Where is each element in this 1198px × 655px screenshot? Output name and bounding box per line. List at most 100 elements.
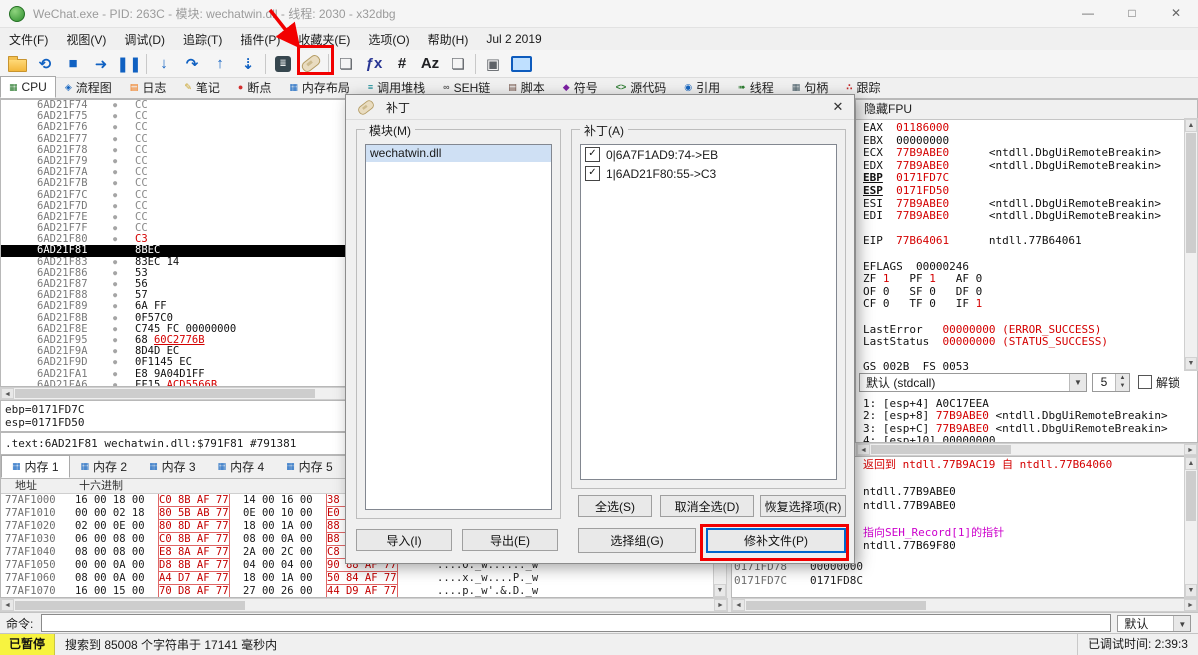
spin-down-icon[interactable]: ▼	[1116, 382, 1129, 391]
tab-log[interactable]: ▤ 日志	[121, 76, 176, 98]
select-all-button[interactable]: 全选(S)	[578, 495, 652, 517]
stop-icon[interactable]: ■	[60, 52, 86, 76]
report-icon[interactable]: ❏	[445, 52, 471, 76]
deselect-all-button[interactable]: 取消全选(D)	[660, 495, 754, 517]
tab-call-stack-icon: ≡	[367, 82, 374, 92]
scroll-right-icon[interactable]: ►	[1184, 599, 1197, 611]
hide-fpu-button[interactable]: 隐藏FPU	[856, 100, 1197, 120]
dump-row[interactable]: 77AF1060 08 00 0A 00 A4 D7 AF 77 18 00 1A 0…	[1, 571, 726, 585]
menu-options[interactable]: 选项(O)	[359, 28, 418, 51]
scroll-thumb[interactable]	[15, 601, 245, 610]
scroll-thumb[interactable]	[1186, 133, 1196, 253]
import-button[interactable]: 导入(I)	[356, 529, 452, 551]
scroll-down-icon[interactable]: ▼	[1185, 357, 1197, 370]
scroll-up-icon[interactable]: ▲	[1185, 457, 1197, 470]
disasm-gutter-dot: ●	[113, 369, 118, 378]
menu-view[interactable]: 视图(V)	[57, 28, 115, 51]
stack-comment-line: 指向SEH_Record[1]的指针	[863, 525, 1005, 539]
tab-graph[interactable]: ◈ 流程图	[56, 76, 121, 98]
scroll-thumb[interactable]	[1186, 471, 1196, 521]
tab-notes[interactable]: ✎ 笔记	[175, 76, 229, 98]
disasm-gutter-dot: ●	[113, 179, 118, 188]
disasm-address: 6AD21F7B	[37, 177, 88, 190]
scroll-thumb[interactable]	[871, 445, 1011, 454]
patch-list-item[interactable]: ✓ 0|6A7F1AD9:74->EB	[581, 145, 836, 164]
window-icon[interactable]: ▣	[480, 52, 506, 76]
menu-debug[interactable]: 调试(D)	[115, 28, 174, 51]
chevron-down-icon[interactable]: ▼	[1069, 373, 1086, 391]
scroll-up-icon[interactable]: ▲	[1185, 119, 1197, 132]
dump-tab-4[interactable]: ▦ 内存 4	[207, 455, 276, 478]
scroll-right-icon[interactable]: ►	[714, 599, 727, 611]
az-icon[interactable]: Az	[417, 52, 443, 76]
dialog-close-icon[interactable]: ✕	[822, 95, 854, 119]
command-input[interactable]	[41, 614, 1112, 632]
select-group-button[interactable]: 选择组(G)	[578, 528, 696, 553]
scroll-thumb[interactable]	[746, 601, 926, 610]
calling-convention-select[interactable]: 默认 (stdcall) ▼	[859, 372, 1087, 392]
dump-tab-5[interactable]: ▦ 内存 5	[275, 455, 344, 478]
dump-hscrollbar[interactable]: ◄ ►	[0, 598, 728, 612]
tab-breakpoints[interactable]: ● 断点	[229, 76, 280, 98]
module-list-item[interactable]: wechatwin.dll	[366, 145, 551, 162]
pause-icon[interactable]: ❚❚	[116, 52, 142, 76]
patch-list-item[interactable]: ✓ 1|6AD21F80:55->C3	[581, 164, 836, 183]
scroll-down-icon[interactable]: ▼	[1185, 584, 1197, 597]
unlock-checkbox[interactable]	[1138, 375, 1152, 389]
dump-tab-1[interactable]: ▦ 内存 1	[1, 455, 70, 478]
scroll-right-icon[interactable]: ►	[1184, 444, 1197, 455]
step-out-icon[interactable]: ↑	[207, 52, 233, 76]
maximize-button[interactable]: □	[1110, 0, 1154, 28]
minimize-button[interactable]: —	[1066, 0, 1110, 28]
dump-tab-3[interactable]: ▦ 内存 3	[138, 455, 207, 478]
scroll-left-icon[interactable]: ◄	[1, 599, 14, 611]
stack-hscrollbar[interactable]: ◄ ►	[731, 598, 1198, 612]
dump-row[interactable]: 77AF1070 16 00 15 00 70 D8 AF 77 27 00 26 0…	[1, 584, 726, 597]
scroll-thumb[interactable]	[15, 389, 315, 398]
export-button[interactable]: 导出(E)	[462, 529, 558, 551]
menu-trace[interactable]: 追踪(T)	[174, 28, 231, 51]
tab-label: 笔记	[195, 80, 220, 95]
registers-vscrollbar[interactable]: ▲ ▼	[1184, 118, 1198, 371]
comment-icon[interactable]: ❏	[333, 52, 359, 76]
chevron-down-icon[interactable]: ▼	[1173, 615, 1191, 631]
stack-row[interactable]: 0171FD7C 0171FD8C	[734, 574, 863, 588]
patch-dialog-titlebar[interactable]: 补丁 ✕	[346, 95, 854, 120]
stack-vscrollbar[interactable]: ▲ ▼	[1184, 456, 1198, 598]
run-to-user-code-icon[interactable]: ⇣	[235, 52, 261, 76]
argument-count-stepper[interactable]: 5 ▲ ▼	[1092, 372, 1130, 392]
hash-icon[interactable]: #	[389, 52, 415, 76]
menu-file[interactable]: 文件(F)	[0, 28, 57, 51]
scroll-left-icon[interactable]: ◄	[857, 444, 870, 455]
restore-selected-button[interactable]: 恢复选择项(R)	[760, 495, 846, 517]
patch-checkbox[interactable]: ✓	[585, 147, 600, 162]
restart-icon[interactable]: ⟲	[32, 52, 58, 76]
script-icon[interactable]: ≣	[270, 52, 296, 76]
run-icon[interactable]: ➜	[88, 52, 114, 76]
open-file-icon[interactable]	[4, 52, 30, 76]
monitor-icon	[510, 55, 532, 72]
tab-cpu[interactable]: ▦ CPU	[0, 76, 56, 98]
spin-up-icon[interactable]: ▲	[1116, 373, 1129, 382]
patch-checkbox[interactable]: ✓	[585, 166, 600, 181]
function-icon[interactable]: ƒx	[361, 52, 387, 76]
register-list: EAX 01186000 EBX 00000000 ECX 77B9ABE0 <…	[863, 121, 1168, 374]
step-out-icon: ↑	[216, 55, 224, 72]
menu-help[interactable]: 帮助(H)	[419, 28, 478, 51]
scroll-down-icon[interactable]: ▼	[714, 584, 726, 597]
register-line: EDI 77B9ABE0 <ntdll.DbgUiRemoteBreakin>	[863, 209, 1162, 223]
monitor-icon[interactable]	[508, 52, 534, 76]
scroll-left-icon[interactable]: ◄	[732, 599, 745, 611]
registers-hscrollbar[interactable]: ◄ ►	[856, 443, 1198, 456]
disasm-gutter-dot: ●	[113, 224, 118, 233]
command-profile-select[interactable]: 默认 ▼	[1117, 614, 1192, 632]
disasm-address: 6AD21F89	[37, 300, 88, 313]
patch-list[interactable]: ✓ 0|6A7F1AD9:74->EB ✓ 1|6AD21F80:55->C3	[580, 144, 837, 480]
scroll-left-icon[interactable]: ◄	[1, 388, 14, 399]
tab-memory-map-icon: ▦	[289, 81, 298, 92]
close-button[interactable]: ✕	[1154, 0, 1198, 28]
module-list[interactable]: wechatwin.dll	[365, 144, 552, 510]
dump-tab-2[interactable]: ▦ 内存 2	[70, 455, 139, 478]
step-into-icon[interactable]: ↓	[151, 52, 177, 76]
step-over-icon[interactable]: ↷	[179, 52, 205, 76]
